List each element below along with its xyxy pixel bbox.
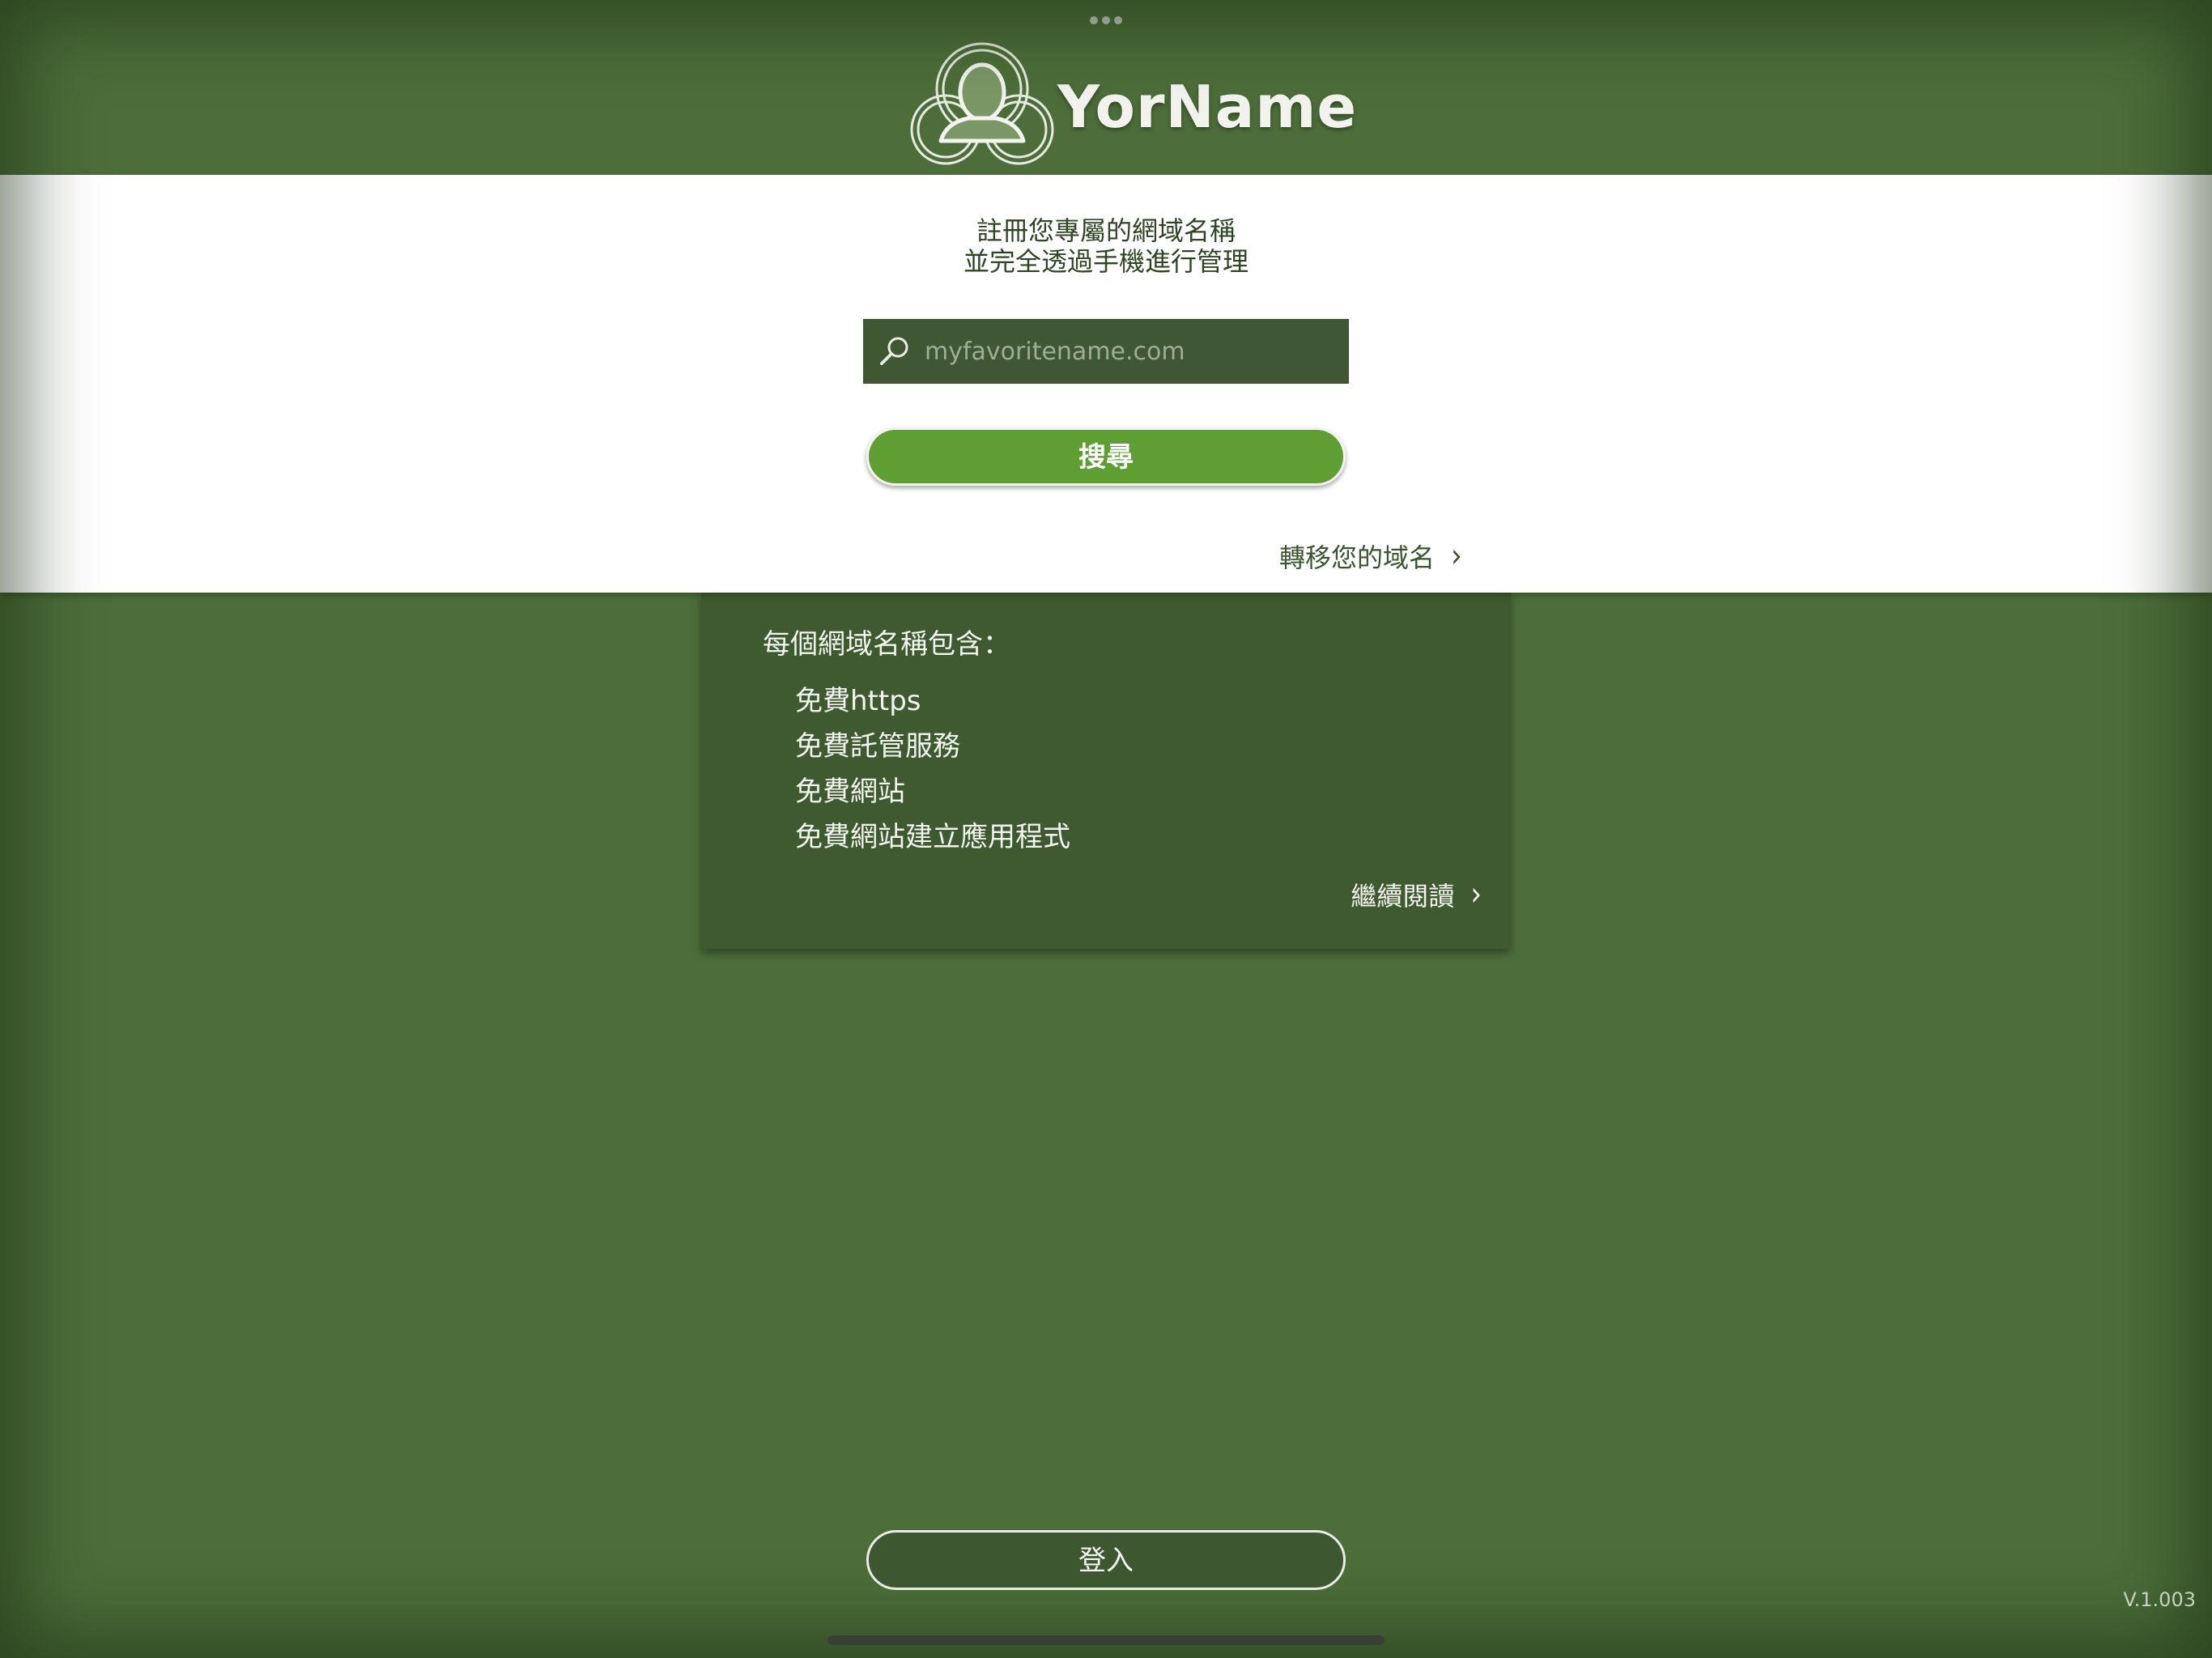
version-label: V.1.003 — [2123, 1588, 2196, 1611]
feature-item: 免費https — [795, 685, 921, 717]
features-title: 每個網域名稱包含： — [763, 628, 1010, 661]
domain-search-panel: 註冊您專屬的網域名稱 並完全透過手機進行管理 搜尋 轉移您的域名 › — [0, 175, 2212, 593]
domain-features-card: 每個網域名稱包含： 免費https 免費託管服務 免費網站 免費網站建立應用程式… — [701, 593, 1511, 949]
login-button[interactable]: 登入 — [866, 1530, 1346, 1590]
read-more-label: 繼續閱讀 — [1351, 881, 1455, 912]
search-box[interactable] — [863, 319, 1349, 384]
chevron-right-icon: › — [1451, 537, 1462, 576]
home-indicator[interactable] — [827, 1635, 1385, 1645]
brand-name: YorName — [1057, 73, 1358, 141]
chevron-right-icon: › — [1470, 875, 1482, 914]
person-avatar-logo-icon — [910, 42, 1054, 165]
search-button[interactable]: 搜尋 — [866, 427, 1346, 486]
tagline-line-2: 並完全透過手機進行管理 — [963, 246, 1249, 277]
features-list: 免費https 免費託管服務 免費網站 免費網站建立應用程式 — [795, 678, 1070, 860]
feature-item: 免費託管服務 — [795, 730, 960, 763]
domain-search-input[interactable] — [925, 319, 1338, 384]
feature-item: 免費網站建立應用程式 — [795, 821, 1070, 853]
magnifier-icon — [880, 337, 908, 365]
tagline: 註冊您專屬的網域名稱 並完全透過手機進行管理 — [0, 215, 2212, 277]
feature-item: 免費網站 — [795, 776, 905, 808]
transfer-domain-label: 轉移您的域名 — [1279, 542, 1436, 573]
tagline-line-1: 註冊您專屬的網域名稱 — [976, 215, 1236, 246]
app-header: YorName — [0, 0, 2212, 175]
transfer-domain-link[interactable]: 轉移您的域名 › — [1279, 536, 1462, 576]
read-more-link[interactable]: 繼續閱讀 › — [1351, 874, 1482, 915]
